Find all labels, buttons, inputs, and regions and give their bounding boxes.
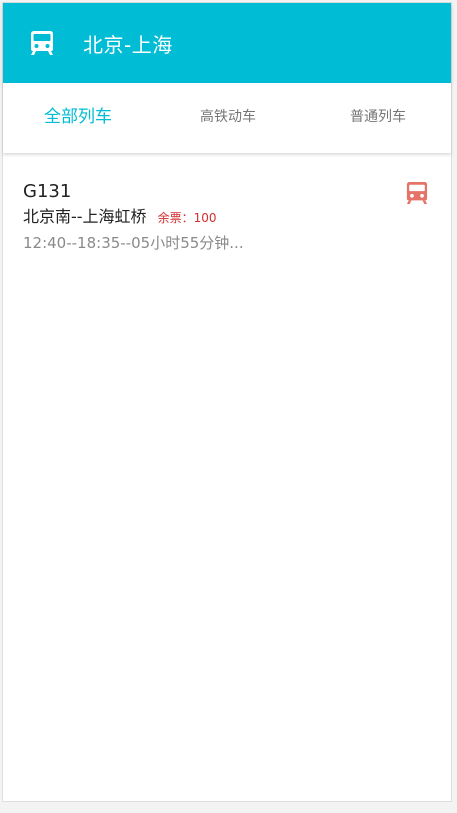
tab-all-trains[interactable]: 全部列车 xyxy=(3,83,153,153)
page-title: 北京-上海 xyxy=(83,33,173,57)
train-list: G131 北京南--上海虹桥 余票：100 12:40--18:35--05小时… xyxy=(3,153,451,263)
tab-high-speed[interactable]: 高铁动车 xyxy=(153,83,303,153)
remaining-tickets: 余票：100 xyxy=(157,211,217,225)
train-time: 12:40--18:35--05小时55分钟... xyxy=(23,234,244,252)
train-list-item[interactable]: G131 北京南--上海虹桥 余票：100 12:40--18:35--05小时… xyxy=(3,153,451,263)
app-frame: 北京-上海 全部列车 高铁动车 普通列车 G131 北京南--上海虹桥 余票：1… xyxy=(2,2,452,802)
train-icon xyxy=(31,31,53,55)
train-number: G131 xyxy=(23,181,72,202)
app-bar: 北京-上海 xyxy=(3,3,451,83)
train-icon xyxy=(406,182,428,204)
route-line: 北京南--上海虹桥 余票：100 xyxy=(23,207,217,228)
train-route: 北京南--上海虹桥 xyxy=(23,207,147,226)
tab-regular[interactable]: 普通列车 xyxy=(303,83,453,153)
tab-bar: 全部列车 高铁动车 普通列车 xyxy=(3,83,451,153)
